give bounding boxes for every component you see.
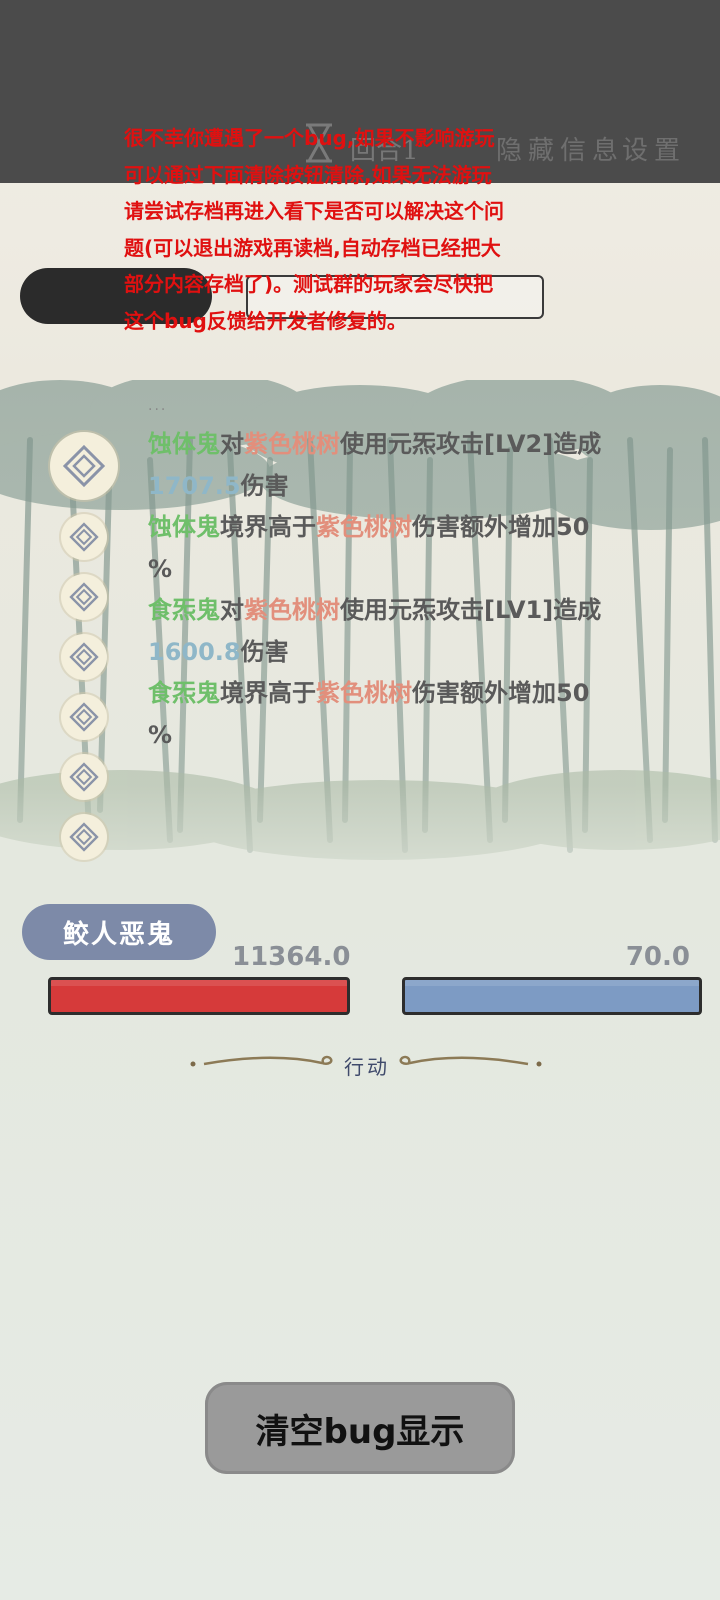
log-damage: 1707.5 [148, 471, 241, 500]
action-label: 行动 [344, 1055, 390, 1079]
skill-diamond-icon[interactable] [61, 754, 107, 800]
log-verb: 对 [220, 596, 244, 624]
enemy-hp-value: 11364.0 [232, 942, 351, 972]
log-line: 1600.8伤害 [148, 632, 668, 674]
enemy-mp-bar [402, 977, 702, 1015]
enemy-name-badge[interactable]: 鲛人恶鬼 [22, 904, 216, 960]
log-line: 1707.5伤害 [148, 466, 668, 508]
log-target: 紫色桃树 [316, 679, 412, 707]
log-action: 使用元炁攻击[LV1]造成 [340, 596, 602, 624]
log-attacker: 蚀体鬼 [148, 513, 220, 541]
log-attacker: 食炁鬼 [148, 679, 220, 707]
log-target: 紫色桃树 [316, 513, 412, 541]
log-line: 食炁鬼境界高于紫色桃树伤害额外增加50 [148, 673, 668, 715]
log-verb: 境界高于 [220, 513, 316, 541]
enemy-mp-value: 70.0 [625, 942, 690, 972]
skill-diamond-icon[interactable] [61, 694, 107, 740]
log-suffix: 伤害 [240, 471, 289, 500]
clear-bug-button[interactable]: 清空bug显示 [205, 1382, 515, 1474]
log-line: % [148, 715, 668, 757]
log-line: 食炁鬼对紫色桃树使用元炁攻击[LV1]造成 [148, 590, 668, 632]
skill-diamond-icon[interactable] [61, 634, 107, 680]
skill-diamond-icon[interactable] [50, 432, 118, 500]
battle-log: 蚀体鬼对紫色桃树使用元炁攻击[LV2]造成 1707.5伤害 蚀体鬼境界高于紫色… [148, 424, 668, 756]
log-suffix: 伤害 [240, 637, 289, 666]
log-target: 紫色桃树 [244, 430, 340, 458]
enemy-hp-bar [48, 977, 350, 1015]
settings-button[interactable]: 设置 [622, 130, 686, 167]
log-attacker: 食炁鬼 [148, 596, 220, 624]
log-tail: % [148, 554, 173, 583]
skill-diamond-icon[interactable] [61, 514, 107, 560]
log-action: 使用元炁攻击[LV2]造成 [340, 430, 602, 458]
log-verb: 对 [220, 430, 244, 458]
log-attacker: 蚀体鬼 [148, 430, 220, 458]
log-damage: 1600.8 [148, 637, 241, 666]
log-line: % [148, 549, 668, 591]
skill-diamond-icon[interactable] [61, 574, 107, 620]
log-action: 伤害额外增加50 [412, 679, 590, 707]
log-line: 蚀体鬼对紫色桃树使用元炁攻击[LV2]造成 [148, 424, 668, 466]
log-line: 蚀体鬼境界高于紫色桃树伤害额外增加50 [148, 507, 668, 549]
skill-diamond-icon[interactable] [61, 814, 107, 860]
log-tail: % [148, 720, 173, 749]
log-target: 紫色桃树 [244, 596, 340, 624]
log-ellipsis: ··· [148, 402, 168, 418]
log-action: 伤害额外增加50 [412, 513, 590, 541]
log-verb: 境界高于 [220, 679, 316, 707]
bug-message: 很不幸你遭遇了一个bug,如果不影响游玩 可以通过下面清除按钮清除,如果无法游玩… [124, 126, 504, 333]
